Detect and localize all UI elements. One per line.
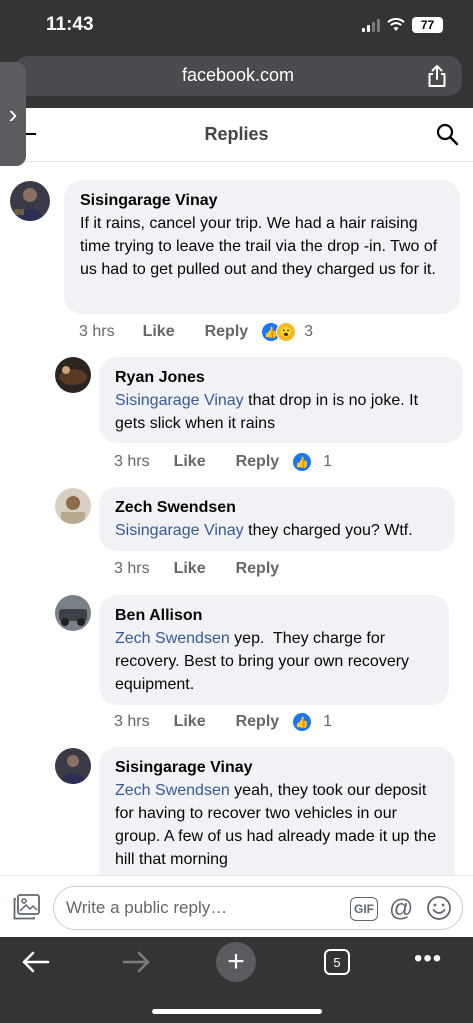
sidebar-toggle-tab[interactable]: › (0, 62, 26, 166)
wow-reaction-icon: 😮 (276, 322, 297, 342)
comment-text: Sisingarage Vinay that drop in is no jok… (115, 389, 447, 435)
status-icons: 77 (362, 17, 443, 33)
comment-bubble: Sisingarage Vinay Zech Swendsen yeah, th… (99, 747, 455, 875)
battery-icon: 77 (412, 17, 443, 33)
comment-text: Zech Swendsen yep. They charge for recov… (115, 627, 433, 696)
reactions-summary[interactable]: 👍 😮 3 (262, 322, 313, 342)
comment-text: If it rains, cancel your trip. We had a … (80, 215, 438, 278)
comment-actions: 3 hrs Like Reply 👍 1 (114, 713, 332, 731)
search-icon[interactable] (435, 122, 459, 146)
comment-author[interactable]: Sisingarage Vinay (80, 190, 444, 212)
mention-link[interactable]: Sisingarage Vinay (115, 522, 244, 539)
comment-actions: 3 hrs Like Reply (114, 560, 309, 578)
comment: Zech Swendsen Sisingarage Vinay they cha… (0, 483, 473, 593)
reaction-count: 3 (304, 323, 314, 340)
mention-link[interactable]: Zech Swendsen (115, 782, 230, 799)
reply-input[interactable]: Write a public reply… GIF @ (53, 886, 463, 930)
comment: Sisingarage Vinay Zech Swendsen yeah, th… (0, 746, 473, 875)
url-text: facebook.com (181, 65, 295, 85)
more-options-icon[interactable]: ••• (414, 947, 442, 971)
forward-arrow-icon[interactable] (121, 950, 151, 974)
reactions-summary[interactable]: 👍 1 (293, 453, 332, 471)
battery-level: 77 (420, 18, 435, 32)
status-time: 11:43 (46, 14, 94, 35)
like-reaction-icon: 👍 (293, 453, 312, 471)
comment-author[interactable]: Ryan Jones (115, 367, 447, 389)
reply-button[interactable]: Reply (236, 713, 280, 731)
tab-switcher-button[interactable]: 5 (324, 949, 350, 975)
comment-actions: 3 hrs Like Reply 👍 1 (114, 453, 332, 471)
avatar[interactable] (55, 357, 91, 393)
avatar[interactable] (55, 748, 91, 784)
comment: Sisingarage Vinay If it rains, cancel yo… (0, 163, 473, 353)
comment-time[interactable]: 3 hrs (114, 713, 150, 731)
avatar[interactable] (55, 595, 91, 631)
reply-button[interactable]: Reply (236, 453, 280, 471)
comment-time[interactable]: 3 hrs (79, 323, 115, 341)
wifi-icon (387, 18, 405, 31)
reactions-summary[interactable]: 👍 1 (293, 713, 332, 731)
like-button[interactable]: Like (174, 713, 206, 731)
page-title: Replies (204, 124, 269, 144)
replies-header: Replies (0, 108, 473, 162)
home-indicator (152, 1009, 322, 1014)
mention-at-icon[interactable]: @ (389, 895, 413, 923)
mention-link[interactable]: Zech Swendsen (115, 630, 230, 647)
like-button[interactable]: Like (174, 560, 206, 578)
comment-bubble: Ben Allison Zech Swendsen yep. They char… (99, 595, 449, 705)
avatar[interactable] (55, 488, 91, 524)
comment-author[interactable]: Zech Swendsen (115, 497, 439, 519)
comment-author[interactable]: Ben Allison (115, 605, 433, 627)
browser-bottom-toolbar: + 5 ••• (0, 937, 473, 1023)
emoji-icon[interactable] (426, 895, 452, 921)
reply-placeholder: Write a public reply… (66, 898, 228, 917)
reply-button[interactable]: Reply (236, 560, 280, 578)
new-tab-button[interactable]: + (216, 942, 256, 982)
reaction-count: 1 (323, 713, 333, 730)
plus-icon: + (227, 945, 245, 978)
avatar[interactable] (10, 181, 50, 221)
url-bar[interactable]: facebook.com (14, 56, 462, 96)
mention-link[interactable]: Sisingarage Vinay (115, 392, 244, 409)
comment: Ryan Jones Sisingarage Vinay that drop i… (0, 353, 473, 483)
gif-icon[interactable]: GIF (350, 897, 378, 921)
reply-composer: Write a public reply… GIF @ (0, 875, 473, 937)
like-button[interactable]: Like (174, 453, 206, 471)
reaction-count: 1 (323, 453, 333, 470)
comment-author[interactable]: Sisingarage Vinay (115, 757, 439, 779)
like-reaction-icon: 👍 (293, 713, 312, 731)
comment-time[interactable]: 3 hrs (114, 560, 150, 578)
back-arrow-icon[interactable] (21, 950, 51, 974)
tab-count: 5 (333, 954, 341, 970)
photo-icon[interactable] (13, 894, 41, 920)
comment-bubble: Ryan Jones Sisingarage Vinay that drop i… (99, 357, 463, 443)
cellular-signal-icon (362, 18, 380, 32)
comment: Ben Allison Zech Swendsen yep. They char… (0, 593, 473, 743)
comment-bubble: Zech Swendsen Sisingarage Vinay they cha… (99, 487, 455, 551)
share-icon[interactable] (426, 64, 448, 88)
comment-bubble: Sisingarage Vinay If it rains, cancel yo… (64, 180, 460, 314)
chevron-right-icon: › (8, 98, 18, 129)
comment-thread: Sisingarage Vinay If it rains, cancel yo… (0, 163, 473, 875)
comment-body: they charged you? Wtf. (243, 522, 413, 539)
comment-text: Sisingarage Vinay they charged you? Wtf. (115, 519, 439, 542)
comment-actions: 3 hrs Like Reply 👍 😮 3 (79, 322, 313, 342)
reply-button[interactable]: Reply (205, 323, 249, 341)
comment-text: Zech Swendsen yeah, they took our deposi… (115, 779, 439, 871)
comment-time[interactable]: 3 hrs (114, 453, 150, 471)
browser-top-chrome: 11:43 77 facebook.com (0, 0, 473, 108)
like-button[interactable]: Like (143, 323, 175, 341)
